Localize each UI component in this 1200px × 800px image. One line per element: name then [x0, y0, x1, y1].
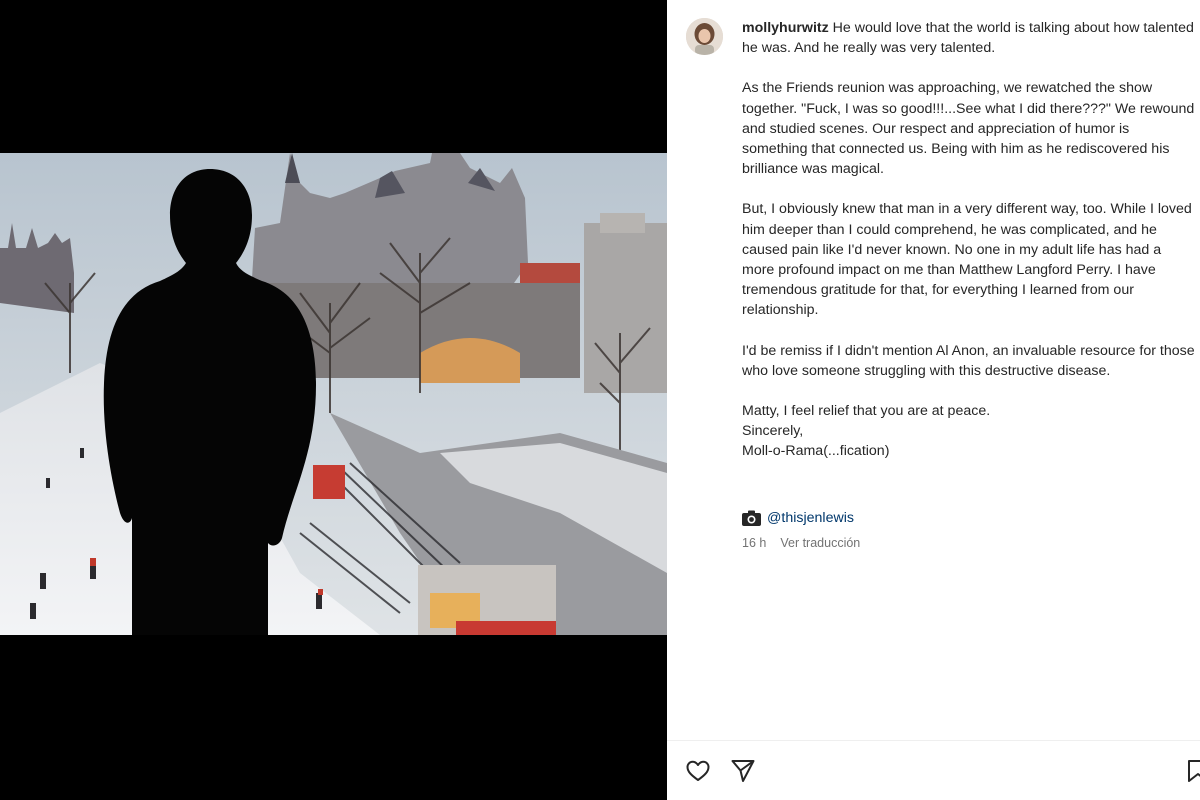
- post-timestamp: 16 h: [742, 536, 767, 550]
- heart-icon[interactable]: [685, 758, 711, 784]
- post-image[interactable]: [0, 153, 667, 635]
- caption-paragraph: But, I obviously knew that man in a very…: [742, 201, 1192, 319]
- camera-icon: [742, 510, 761, 526]
- media-pane: [0, 0, 667, 800]
- caption-pane: mollyhurwitz He would love that the worl…: [667, 0, 1200, 800]
- caption-intro: mollyhurwitz He would love that the worl…: [742, 18, 1197, 58]
- caption-paragraph: As the Friends reunion was approaching, …: [742, 80, 1195, 178]
- avatar[interactable]: [686, 18, 723, 55]
- photo-credit-link[interactable]: @thisjenlewis: [767, 510, 854, 526]
- username-link[interactable]: mollyhurwitz: [742, 20, 829, 36]
- signoff-line: Moll-o-Rama(...fication): [742, 443, 890, 460]
- instagram-post-view: mollyhurwitz He would love that the worl…: [0, 0, 1200, 800]
- see-translation-button[interactable]: Ver traducción: [780, 536, 860, 550]
- caption-paragraph: I'd be remiss if I didn't mention Al Ano…: [742, 342, 1195, 379]
- divider: [667, 740, 1200, 741]
- paper-plane-icon[interactable]: [730, 758, 756, 784]
- caption-signoff: Matty, I feel relief that you are at pea…: [742, 401, 1197, 462]
- photo-credit: @thisjenlewis: [742, 508, 854, 528]
- signoff-line: Matty, I feel relief that you are at pea…: [742, 403, 991, 420]
- bookmark-icon[interactable]: [1185, 758, 1200, 784]
- post-caption: mollyhurwitz He would love that the worl…: [742, 18, 1197, 462]
- signoff-line: Sincerely,: [742, 423, 804, 440]
- caption-meta: 16 h Ver traducción: [742, 536, 860, 550]
